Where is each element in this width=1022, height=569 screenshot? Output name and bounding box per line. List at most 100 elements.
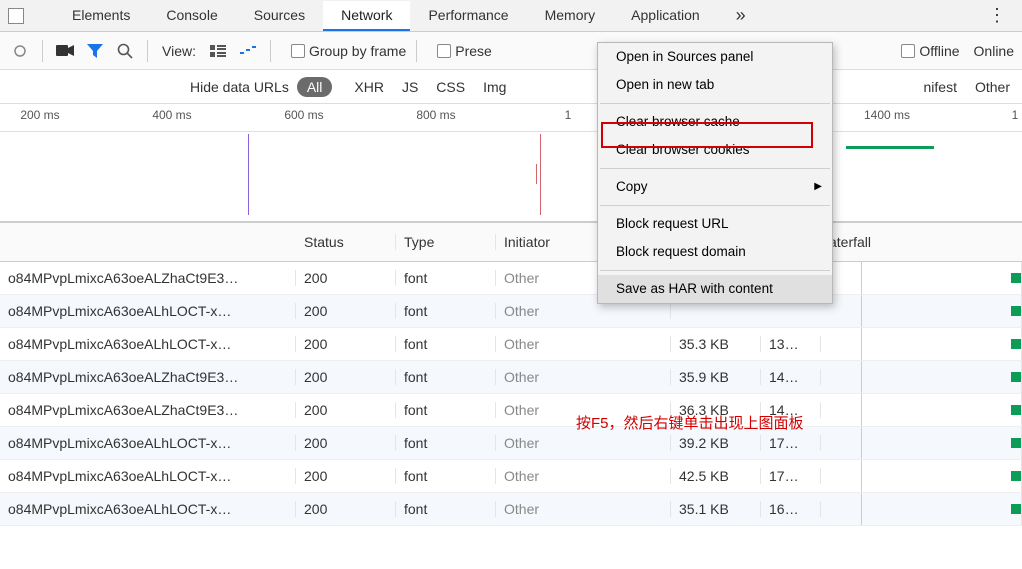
cell: font: [396, 501, 496, 517]
cell: font: [396, 336, 496, 352]
tab-network[interactable]: Network: [323, 1, 410, 31]
menu-item[interactable]: Block request URL: [598, 210, 832, 238]
tab-sources[interactable]: Sources: [236, 1, 323, 31]
hide-data-urls-checkbox[interactable]: Hide data URLs: [190, 79, 289, 95]
search-icon[interactable]: [113, 39, 137, 63]
ruler-tick: 1400 ms: [864, 108, 910, 122]
menu-item-label: Clear browser cache: [616, 113, 740, 131]
cell: font: [396, 369, 496, 385]
network-filter-row: Hide data URLs All XHR JS CSS Img nifest Oth…: [0, 70, 1022, 104]
table-row[interactable]: o84MPvpLmixcA63oeALZhaCt9E3…200fontOther…: [0, 394, 1022, 427]
waterfall-cell: [821, 460, 1022, 492]
table-header-row: Status Type Initiator aterfall: [0, 222, 1022, 262]
cell: font: [396, 402, 496, 418]
filter-xhr[interactable]: XHR: [350, 79, 388, 95]
menu-separator: [600, 103, 830, 104]
cell: Other: [496, 435, 671, 451]
cell: 200: [296, 468, 396, 484]
menu-item[interactable]: Save as HAR with content: [598, 275, 832, 303]
kebab-menu-icon[interactable]: ⋮: [972, 5, 1022, 26]
filter-nifest[interactable]: nifest: [920, 79, 961, 95]
tabs-overflow[interactable]: »: [736, 5, 746, 26]
hide-data-urls-label: Hide data URLs: [190, 79, 289, 95]
waterfall-cell: [821, 262, 1022, 294]
waterfall-cell: [821, 328, 1022, 360]
ruler-tick: 400 ms: [152, 108, 191, 122]
tab-application[interactable]: Application: [613, 1, 718, 31]
cell: o84MPvpLmixcA63oeALhLOCT-x…: [0, 303, 296, 319]
preserve-log-label: Prese: [455, 43, 492, 59]
tab-performance[interactable]: Performance: [410, 1, 526, 31]
view-label: View:: [162, 43, 196, 59]
cell: 200: [296, 402, 396, 418]
waterfall-cell: [821, 361, 1022, 393]
online-label[interactable]: Online: [974, 43, 1014, 59]
menu-item-label: Open in Sources panel: [616, 48, 753, 66]
menu-item-label: Clear browser cookies: [616, 141, 750, 159]
table-row[interactable]: o84MPvpLmixcA63oeALZhaCt9E3…200fontOther…: [0, 361, 1022, 394]
cell: o84MPvpLmixcA63oeALhLOCT-x…: [0, 435, 296, 451]
cell: 17…: [761, 468, 821, 484]
tab-memory[interactable]: Memory: [527, 1, 614, 31]
cell: Other: [496, 501, 671, 517]
filter-other[interactable]: Other: [971, 79, 1014, 95]
menu-separator: [600, 168, 830, 169]
filter-img[interactable]: Img: [479, 79, 510, 95]
preserve-log-checkbox[interactable]: Prese: [437, 43, 492, 59]
menu-item-label: Save as HAR with content: [616, 280, 773, 298]
cell: Other: [496, 336, 671, 352]
menu-separator: [600, 205, 830, 206]
cell: o84MPvpLmixcA63oeALhLOCT-x…: [0, 501, 296, 517]
view-small-icon[interactable]: [236, 39, 260, 63]
view-large-icon[interactable]: [206, 39, 230, 63]
table-row[interactable]: o84MPvpLmixcA63oeALZhaCt9E3…200fontOther: [0, 262, 1022, 295]
timeline-ruler: 200 ms400 ms600 ms800 ms11400 ms1: [0, 104, 1022, 132]
filter-css[interactable]: CSS: [432, 79, 469, 95]
cell: o84MPvpLmixcA63oeALZhaCt9E3…: [0, 270, 296, 286]
filter-js[interactable]: JS: [398, 79, 422, 95]
group-by-frame-checkbox[interactable]: Group by frame: [291, 43, 406, 59]
tab-elements[interactable]: Elements: [54, 1, 148, 31]
table-row[interactable]: o84MPvpLmixcA63oeALhLOCT-x…200fontOther3…: [0, 328, 1022, 361]
cell: 16…: [761, 501, 821, 517]
filter-icon[interactable]: [83, 39, 107, 63]
cell: Other: [496, 468, 671, 484]
cell: 35.9 KB: [671, 369, 761, 385]
context-menu: Open in Sources panel Open in new tab Clea…: [597, 42, 833, 304]
table-row[interactable]: o84MPvpLmixcA63oeALhLOCT-x…200fontOther4…: [0, 460, 1022, 493]
filter-all[interactable]: All: [297, 77, 333, 97]
menu-item[interactable]: Open in Sources panel: [598, 43, 832, 71]
col-waterfall[interactable]: aterfall: [821, 234, 1022, 250]
network-table: Status Type Initiator aterfall o84MPvpLm…: [0, 222, 1022, 526]
tab-console[interactable]: Console: [148, 1, 235, 31]
col-status[interactable]: Status: [296, 234, 396, 250]
table-row[interactable]: o84MPvpLmixcA63oeALhLOCT-x…200fontOther3…: [0, 427, 1022, 460]
waterfall-cell: [821, 295, 1022, 327]
cell: o84MPvpLmixcA63oeALZhaCt9E3…: [0, 369, 296, 385]
ruler-tick: 200 ms: [20, 108, 59, 122]
timeline-overview[interactable]: [0, 132, 1022, 222]
menu-item[interactable]: Clear browser cookies: [598, 136, 832, 164]
cell: 13…: [761, 336, 821, 352]
menu-item[interactable]: Block request domain: [598, 238, 832, 266]
menu-separator: [600, 270, 830, 271]
menu-item-label: Open in new tab: [616, 76, 714, 94]
camera-icon[interactable]: [53, 39, 77, 63]
menu-item[interactable]: Clear browser cache: [598, 108, 832, 136]
network-toolbar: View: Group by frame Prese Offline Onlin…: [0, 32, 1022, 70]
offline-label: Offline: [919, 43, 959, 59]
table-row[interactable]: o84MPvpLmixcA63oeALhLOCT-x…200fontOther3…: [0, 493, 1022, 526]
ruler-tick: 1: [1012, 108, 1019, 122]
table-row[interactable]: o84MPvpLmixcA63oeALhLOCT-x…200fontOther: [0, 295, 1022, 328]
cell: o84MPvpLmixcA63oeALhLOCT-x…: [0, 336, 296, 352]
inspect-icon[interactable]: [8, 39, 32, 63]
cell: font: [396, 435, 496, 451]
chevron-right-icon: ▶: [814, 178, 822, 196]
col-type[interactable]: Type: [396, 234, 496, 250]
offline-checkbox[interactable]: Offline: [901, 43, 959, 59]
menu-item[interactable]: Copy▶: [598, 173, 832, 201]
cell: 200: [296, 270, 396, 286]
menu-item[interactable]: Open in new tab: [598, 71, 832, 99]
cell: font: [396, 303, 496, 319]
cell: o84MPvpLmixcA63oeALhLOCT-x…: [0, 468, 296, 484]
